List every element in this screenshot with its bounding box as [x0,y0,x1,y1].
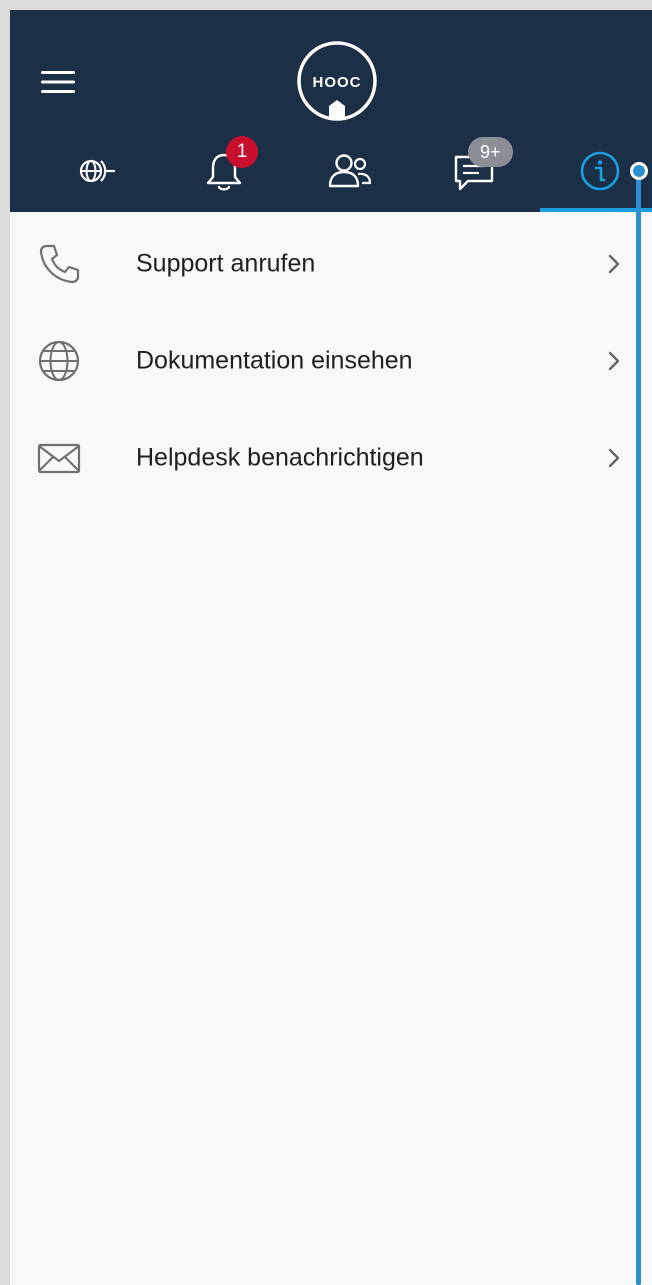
scrollbar-track[interactable] [636,172,641,1285]
phone-icon [36,241,82,287]
notification-badge: 1 [226,136,258,168]
users-icon [328,154,372,188]
tab-network[interactable] [38,130,158,212]
tab-contacts[interactable] [290,130,410,212]
logo-text: HOOC [313,74,362,91]
tab-notifications[interactable]: 1 [164,130,284,212]
messages-badge: 9+ [468,137,513,167]
list-item-label: Helpdesk benachrichtigen [136,443,424,471]
app-logo[interactable]: HOOC [296,40,378,122]
list-item-call-support[interactable]: Support anrufen [10,215,652,312]
list-item-label: Support anrufen [136,249,316,277]
support-list: Support anrufen Dokumentation einsehen H… [10,215,652,506]
list-item-notify-helpdesk[interactable]: Helpdesk benachrichtigen [10,409,652,506]
app-screen: HOOC 1 9+ Support anrufen Dokumentation … [10,10,652,1285]
network-globe-icon [79,159,115,183]
chevron-right-icon [604,446,624,470]
tab-messages[interactable]: 9+ [414,130,534,212]
hamburger-menu-icon [41,71,75,93]
chevron-right-icon [604,349,624,373]
mail-icon [36,435,82,481]
chevron-right-icon [604,252,624,276]
info-icon [580,151,620,191]
list-item-view-documentation[interactable]: Dokumentation einsehen [10,312,652,409]
app-header: HOOC 1 9+ [10,10,652,212]
tab-bar: 1 9+ [10,130,652,212]
menu-button[interactable] [38,66,78,98]
scrollbar-handle[interactable] [630,162,648,180]
list-item-label: Dokumentation einsehen [136,346,413,374]
globe-icon [36,338,82,384]
